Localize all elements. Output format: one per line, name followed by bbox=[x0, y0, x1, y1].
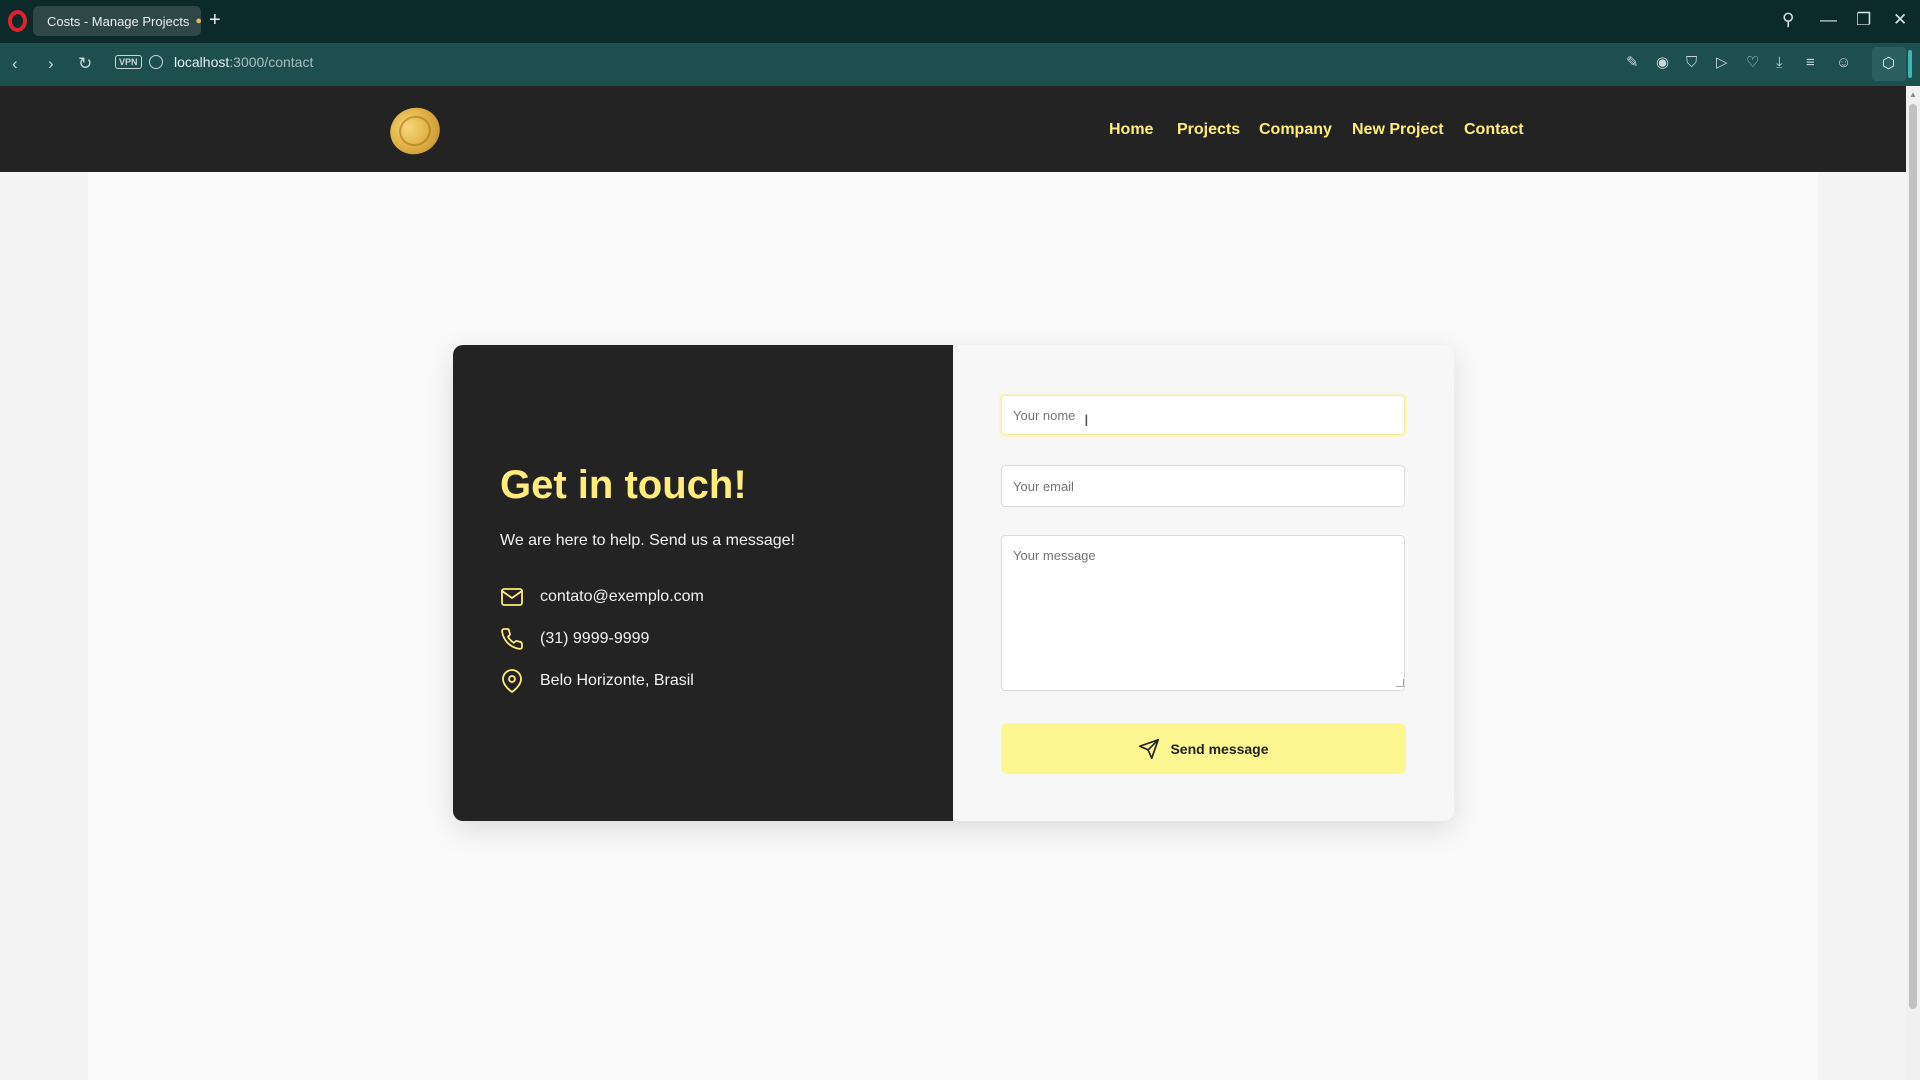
new-tab-button[interactable]: + bbox=[209, 9, 221, 31]
location-row: Belo Horizonte, Brasil bbox=[500, 669, 694, 693]
site-header bbox=[0, 86, 1906, 172]
message-textarea[interactable] bbox=[1001, 535, 1405, 691]
contact-info-panel: Get in touch! We are here to help. Send … bbox=[453, 345, 953, 821]
restore-icon[interactable]: ❐ bbox=[1856, 8, 1871, 32]
mail-icon bbox=[501, 588, 523, 606]
reload-icon[interactable]: ↻ bbox=[78, 52, 92, 76]
browser-tab-bar: Costs - Manage Projects ● + ⚲ — ❐ ✕ bbox=[0, 0, 1920, 43]
nav-projects[interactable]: Projects bbox=[1177, 121, 1240, 139]
menu-icon[interactable]: ≡ bbox=[1806, 53, 1815, 73]
back-icon[interactable]: ‹ bbox=[12, 52, 18, 76]
search-tabs-icon[interactable]: ⚲ bbox=[1782, 8, 1794, 32]
download-icon[interactable]: ⤓ bbox=[1776, 53, 1783, 73]
contact-location: Belo Horizonte, Brasil bbox=[540, 672, 694, 689]
sidebar-indicator bbox=[1908, 50, 1912, 78]
scrollbar-thumb[interactable] bbox=[1909, 104, 1917, 1009]
url-path: :3000/contact bbox=[229, 54, 314, 70]
shield-icon[interactable]: ⛉ bbox=[1686, 53, 1697, 73]
contact-subheading: We are here to help. Send us a message! bbox=[500, 532, 795, 549]
name-input[interactable] bbox=[1001, 395, 1405, 435]
send-message-label: Send message bbox=[1170, 740, 1269, 757]
edit-icon[interactable]: ✎ bbox=[1626, 53, 1639, 73]
url-field[interactable]: localhost:3000/contact bbox=[174, 54, 313, 70]
globe-icon bbox=[149, 55, 163, 69]
text-cursor-icon: I bbox=[1084, 411, 1089, 430]
nav-home[interactable]: Home bbox=[1109, 121, 1153, 139]
vpn-badge[interactable]: VPN bbox=[115, 55, 142, 69]
phone-icon bbox=[501, 628, 523, 650]
contact-card: Get in touch! We are here to help. Send … bbox=[453, 345, 1454, 821]
scroll-up-icon[interactable]: ▲ bbox=[1909, 90, 1917, 99]
email-row: contato@exemplo.com bbox=[500, 585, 704, 609]
opera-logo-icon[interactable] bbox=[8, 10, 27, 32]
minimize-icon[interactable]: — bbox=[1820, 8, 1837, 32]
send-icon bbox=[1139, 738, 1160, 759]
heart-icon[interactable]: ♡ bbox=[1746, 53, 1759, 73]
contact-heading: Get in touch! bbox=[500, 463, 747, 507]
profile-icon[interactable]: ☺ bbox=[1836, 53, 1851, 73]
close-window-icon[interactable]: ✕ bbox=[1893, 8, 1907, 32]
play-icon[interactable]: ▷ bbox=[1716, 53, 1728, 73]
forward-icon[interactable]: › bbox=[48, 52, 54, 76]
map-pin-icon bbox=[502, 669, 522, 693]
lightbulb-icon: ● bbox=[195, 15, 202, 27]
send-message-button[interactable]: Send message bbox=[1001, 723, 1406, 774]
nav-company[interactable]: Company bbox=[1259, 121, 1332, 139]
browser-tab[interactable]: Costs - Manage Projects ● bbox=[33, 6, 202, 36]
resize-handle[interactable] bbox=[1396, 679, 1404, 687]
extensions-button[interactable]: ⬡ bbox=[1872, 47, 1906, 81]
email-input[interactable] bbox=[1001, 465, 1405, 507]
nav-contact[interactable]: Contact bbox=[1464, 121, 1524, 139]
contact-email: contato@exemplo.com bbox=[540, 588, 704, 605]
phone-row: (31) 9999-9999 bbox=[500, 627, 649, 651]
cube-icon: ⬡ bbox=[1882, 55, 1896, 72]
tab-title: Costs - Manage Projects bbox=[47, 13, 190, 29]
camera-icon[interactable]: ◉ bbox=[1656, 53, 1669, 73]
url-host: localhost bbox=[174, 54, 230, 70]
nav-new-project[interactable]: New Project bbox=[1352, 121, 1444, 139]
page-scrollbar[interactable]: ▲ bbox=[1906, 86, 1920, 1080]
contact-phone: (31) 9999-9999 bbox=[540, 630, 650, 647]
